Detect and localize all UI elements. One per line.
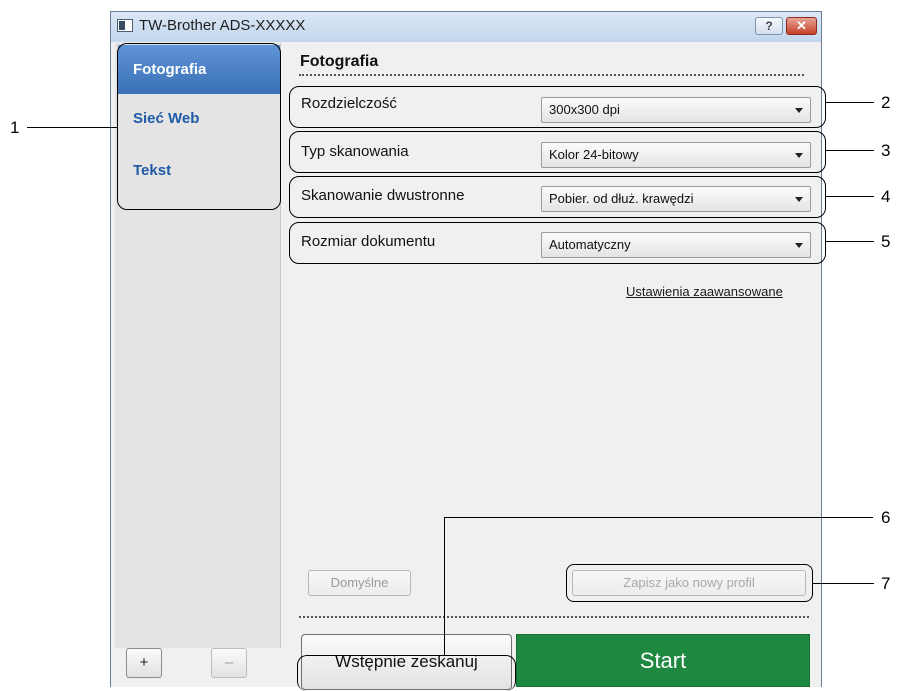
callout-line-6	[444, 517, 873, 518]
callout-line-1	[27, 127, 117, 128]
callout-line-3	[826, 150, 874, 151]
callout-line-2	[826, 102, 874, 103]
callout-outline-3	[289, 131, 826, 173]
help-button[interactable]: ?	[755, 17, 783, 35]
callout-line-5	[826, 241, 874, 242]
callout-number-3: 3	[881, 141, 891, 160]
panel-title: Fotografia	[300, 53, 379, 70]
callout-line-7	[813, 583, 874, 584]
callout-outline-4	[289, 176, 826, 218]
start-button[interactable]: Start	[516, 634, 810, 687]
callout-outline-2	[289, 86, 826, 128]
callout-outline-7	[566, 564, 813, 602]
callout-outline-5	[289, 222, 826, 264]
advanced-settings-link[interactable]: Ustawienia zaawansowane	[626, 284, 783, 299]
close-button[interactable]: ✕	[786, 17, 817, 35]
add-profile-button[interactable]: +	[126, 648, 162, 678]
callout-number-5: 5	[881, 232, 891, 251]
remove-profile-button[interactable]: –	[211, 648, 247, 678]
defaults-button[interactable]: Domyślne	[308, 570, 411, 596]
callout-line-4	[826, 196, 874, 197]
callout-line-6-vertical	[444, 517, 445, 655]
callout-number-6: 6	[881, 508, 891, 527]
callout-outline-6	[297, 655, 516, 691]
callout-number-7: 7	[881, 574, 891, 593]
divider	[299, 616, 809, 618]
callout-number-2: 2	[881, 93, 891, 112]
callout-outline-1	[117, 43, 281, 210]
divider	[299, 74, 804, 76]
window-title: TW-Brother ADS-XXXXX	[139, 17, 306, 34]
callout-number-1: 1	[10, 118, 20, 137]
app-icon	[117, 19, 133, 32]
callout-number-4: 4	[881, 187, 891, 206]
